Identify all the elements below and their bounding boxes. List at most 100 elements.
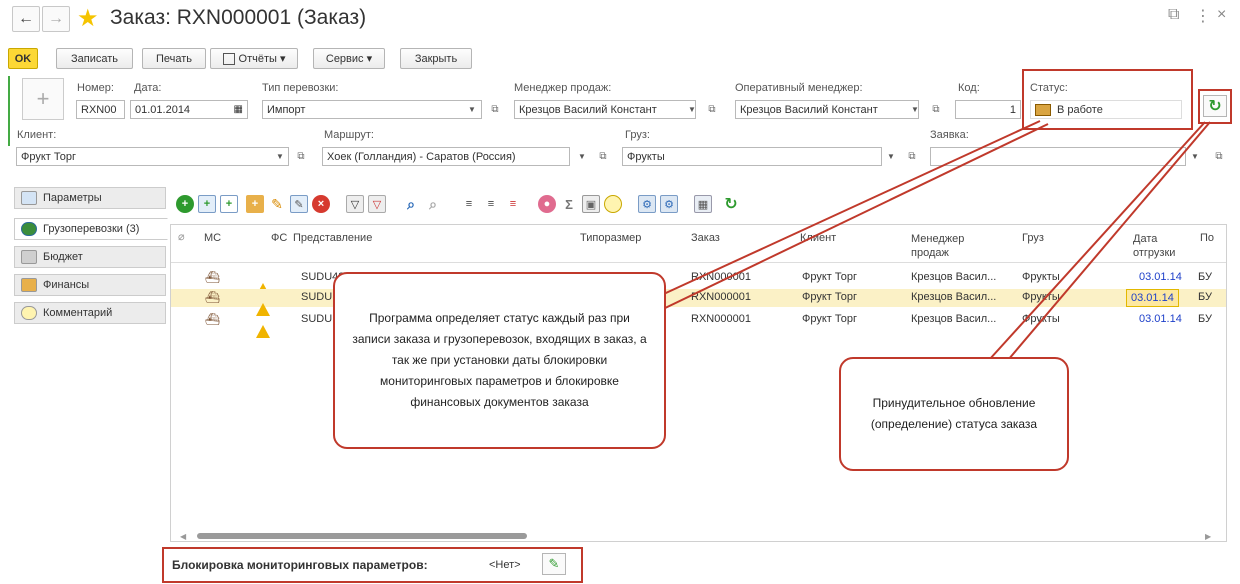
close-form-button[interactable]: Закрыть (400, 48, 472, 69)
clear-sort-icon[interactable]: ≡ (504, 195, 522, 213)
request-dropdown-icon[interactable]: ▼ (1186, 147, 1204, 166)
sum-icon[interactable]: Σ (560, 195, 578, 213)
link-icon[interactable]: ⧉ (1168, 6, 1179, 24)
delete-icon[interactable]: × (312, 195, 330, 213)
client-field[interactable]: Фрукт Торг (16, 147, 289, 166)
col-cargo-header[interactable]: Груз (1022, 232, 1044, 244)
ok-button[interactable]: OK (8, 48, 38, 69)
sort-asc-icon[interactable]: ≡ (460, 195, 478, 213)
close-icon[interactable]: × (1217, 6, 1226, 24)
comment-bubble-icon[interactable] (604, 195, 622, 213)
table-row[interactable]: ⛴ SUDU48 RXN000001 Фрукт Торг Крезцов Ва… (171, 269, 1226, 296)
add-group-icon[interactable]: + (246, 195, 264, 213)
settings-list-icon[interactable]: ⚙ (638, 195, 656, 213)
date-field[interactable]: 01.01.2014 ▦ (130, 100, 248, 119)
add-icon[interactable]: + (176, 195, 194, 213)
edit-form-icon[interactable]: ✎ (290, 195, 308, 213)
tab-parameters-label: Параметры (43, 192, 102, 204)
route-open-icon[interactable]: ⧉ (594, 147, 612, 166)
shipdate-cell: 03.01.14 (1139, 271, 1182, 283)
comment-icon (21, 306, 37, 320)
transport-open-icon[interactable]: ⧉ (486, 100, 504, 119)
table-row-selected[interactable]: ⛴ SUDU RXN000001 Фрукт Торг Крезцов Васи… (171, 289, 1226, 316)
col-presentation-header[interactable]: Представление (293, 232, 372, 244)
sales-manager-open-icon[interactable]: ⧉ (703, 100, 721, 119)
cargo-dropdown-icon[interactable]: ▼ (882, 147, 900, 166)
cargo-field[interactable]: Фрукты (622, 147, 882, 166)
presentation-cell: SUDU (301, 313, 333, 325)
op-manager-dropdown-icon[interactable]: ▼ (906, 100, 924, 119)
table-row[interactable]: ⛴ SUDU RXN000001 Фрукт Торг Крезцов Васи… (171, 311, 1226, 338)
transport-type-field[interactable]: Импорт (262, 100, 482, 119)
favorite-star-icon[interactable]: ★ (77, 4, 99, 33)
cargo-open-icon[interactable]: ⧉ (903, 147, 921, 166)
color-palette-icon[interactable]: ● (538, 195, 556, 213)
client-cell: Фрукт Торг (802, 291, 857, 303)
col-shipdate-header[interactable]: Дата отгрузки (1133, 232, 1189, 260)
status-truck-icon (1035, 103, 1051, 116)
edit-pencil-icon[interactable]: ✎ (268, 195, 286, 213)
add-image-button[interactable]: + (22, 78, 64, 120)
sales-manager-label: Менеджер продаж: (514, 82, 612, 94)
print-list-icon[interactable]: ▦ (694, 195, 712, 213)
reports-button[interactable]: Отчёты ▾ (210, 48, 298, 69)
refresh-status-button[interactable]: ↻ (1203, 95, 1227, 117)
settings-form-icon[interactable]: ⚙ (660, 195, 678, 213)
op-manager-field[interactable]: Крезцов Василий Констант (735, 100, 919, 119)
search-icon[interactable]: ⌕ (402, 195, 420, 213)
col-fs-header[interactable]: ФС (271, 232, 287, 244)
number-label: Номер: (77, 82, 114, 94)
route-field[interactable]: Хоек (Голландия) - Саратов (Россия) (322, 147, 570, 166)
tab-finance[interactable]: Финансы (14, 274, 166, 296)
back-button[interactable]: ← (12, 6, 40, 32)
col-ms-header[interactable]: МС (204, 232, 221, 244)
route-dropdown-icon[interactable]: ▼ (573, 147, 591, 166)
po-cell: БУ (1198, 291, 1212, 303)
col-po-header[interactable]: По (1200, 232, 1214, 244)
export-icon[interactable]: ▣ (582, 195, 600, 213)
edit-lock-button[interactable]: ✎ (542, 553, 566, 575)
clear-filter-icon[interactable]: ▽ (368, 195, 386, 213)
col-order-header[interactable]: Заказ (691, 232, 720, 244)
tab-comment[interactable]: Комментарий (14, 302, 166, 324)
horizontal-scrollbar-thumb[interactable] (197, 533, 527, 539)
tab-shipments[interactable]: Грузоперевозки (3) (14, 218, 168, 240)
reports-icon (222, 52, 235, 65)
cancel-search-icon[interactable]: ⌕ (424, 195, 442, 213)
col-manager-header[interactable]: Менеджер продаж (911, 232, 991, 260)
tab-parameters[interactable]: Параметры (14, 187, 166, 209)
print-button[interactable]: Печать (142, 48, 206, 69)
calendar-icon[interactable]: ▦ (234, 104, 243, 115)
request-open-icon[interactable]: ⧉ (1210, 147, 1228, 166)
op-manager-label: Оперативный менеджер: (735, 82, 863, 94)
scroll-right-icon[interactable]: ▶ (1205, 532, 1211, 541)
request-field[interactable] (930, 147, 1186, 166)
more-icon[interactable]: ⋮ (1195, 6, 1211, 26)
tab-budget[interactable]: Бюджет (14, 246, 166, 268)
order-cell: RXN000001 (691, 271, 751, 283)
add-document-icon[interactable]: + (220, 195, 238, 213)
request-label: Заявка: (930, 129, 969, 141)
service-button[interactable]: Сервис ▾ (313, 48, 385, 69)
code-field[interactable]: 1 (955, 100, 1021, 119)
status-value: В работе (1057, 103, 1103, 116)
transport-dropdown-icon[interactable]: ▼ (463, 100, 481, 119)
shipdate-cell-focused[interactable]: 03.01.14 (1126, 289, 1179, 307)
finance-icon (21, 278, 37, 292)
number-field[interactable]: RXN00 (76, 100, 125, 119)
forward-button[interactable]: → (42, 6, 70, 32)
sales-manager-field[interactable]: Крезцов Василий Констант (514, 100, 696, 119)
client-dropdown-icon[interactable]: ▼ (271, 147, 289, 166)
col-size-header[interactable]: Типоразмер (580, 232, 641, 244)
client-open-icon[interactable]: ⧉ (292, 147, 310, 166)
op-manager-open-icon[interactable]: ⧉ (927, 100, 945, 119)
cargo-label: Груз: (625, 129, 650, 141)
sales-manager-dropdown-icon[interactable]: ▼ (683, 100, 701, 119)
scroll-left-icon[interactable]: ◀ (180, 532, 186, 541)
sort-desc-icon[interactable]: ≡ (482, 195, 500, 213)
refresh-list-icon[interactable]: ↻ (722, 195, 740, 213)
col-client-header[interactable]: Клиент (800, 232, 836, 244)
add-copy-icon[interactable]: + (198, 195, 216, 213)
save-button[interactable]: Записать (56, 48, 133, 69)
filter-icon[interactable]: ▽ (346, 195, 364, 213)
